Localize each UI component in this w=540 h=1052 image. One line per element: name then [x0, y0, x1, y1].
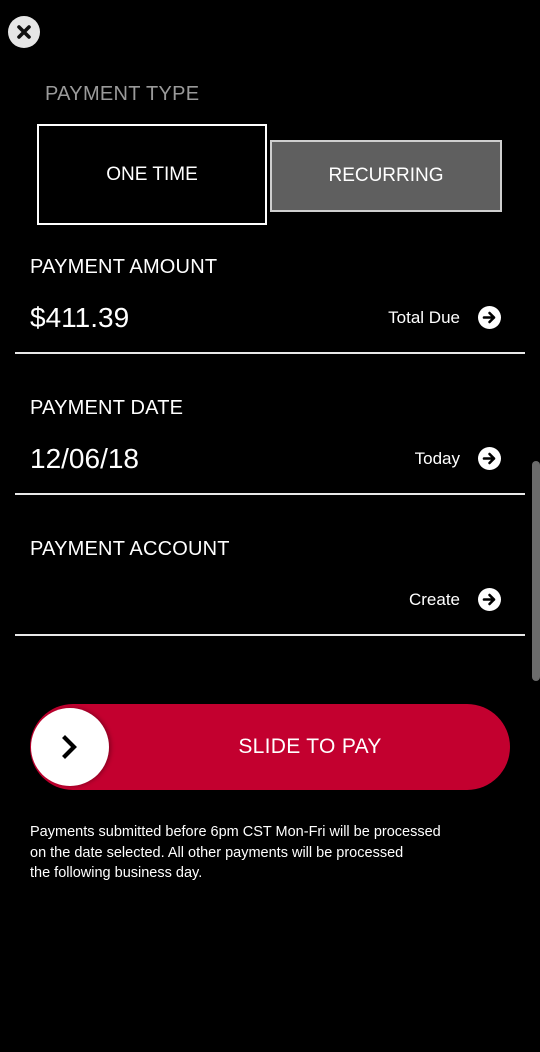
close-icon	[17, 25, 31, 39]
today-button[interactable]: Today	[415, 447, 501, 470]
payment-amount-title: PAYMENT AMOUNT	[30, 256, 218, 278]
payment-disclaimer: Payments submitted before 6pm CST Mon-Fr…	[30, 822, 510, 884]
total-due-label: Total Due	[388, 307, 460, 327]
today-label: Today	[414, 448, 460, 468]
disclaimer-line: the following business day.	[30, 865, 203, 881]
payment-amount-value: $411.39	[30, 302, 130, 333]
payment-screen: PAYMENT TYPE ONE TIME RECURRING PAYMENT …	[0, 0, 540, 1052]
slide-to-pay-label: SLIDE TO PAY	[238, 735, 382, 758]
one-time-label: ONE TIME	[106, 163, 198, 185]
close-button[interactable]	[8, 16, 40, 48]
payment-type-label: PAYMENT TYPE	[45, 83, 200, 105]
disclaimer-line: on the date selected. All other payments…	[30, 844, 404, 861]
arrow-right-circle-icon	[478, 447, 501, 470]
payment-account-title: PAYMENT ACCOUNT	[30, 538, 230, 560]
chevron-right-icon	[62, 735, 77, 759]
slider-knob[interactable]	[31, 708, 109, 786]
payment-date-section: PAYMENT DATE 12/06/18 Today	[15, 386, 525, 495]
slide-to-pay-slider[interactable]: SLIDE TO PAY	[30, 704, 510, 790]
arrow-right-circle-icon	[478, 306, 501, 329]
create-label: Create	[408, 589, 460, 609]
payment-date-value: 12/06/18	[30, 443, 139, 474]
disclaimer-line: Payments submitted before 6pm CST Mon-Fr…	[30, 824, 441, 840]
recurring-label: RECURRING	[328, 165, 444, 186]
arrow-right-circle-icon	[478, 588, 501, 611]
create-account-button[interactable]: Create	[409, 588, 501, 611]
payment-account-section: PAYMENT ACCOUNT Create	[15, 527, 525, 636]
scrollbar[interactable]	[532, 461, 540, 681]
one-time-option[interactable]: ONE TIME	[37, 124, 267, 225]
recurring-option[interactable]: RECURRING	[270, 140, 502, 212]
payment-amount-section: PAYMENT AMOUNT $411.39 Total Due	[15, 245, 525, 354]
payment-date-title: PAYMENT DATE	[30, 397, 184, 419]
total-due-button[interactable]: Total Due	[388, 306, 501, 329]
